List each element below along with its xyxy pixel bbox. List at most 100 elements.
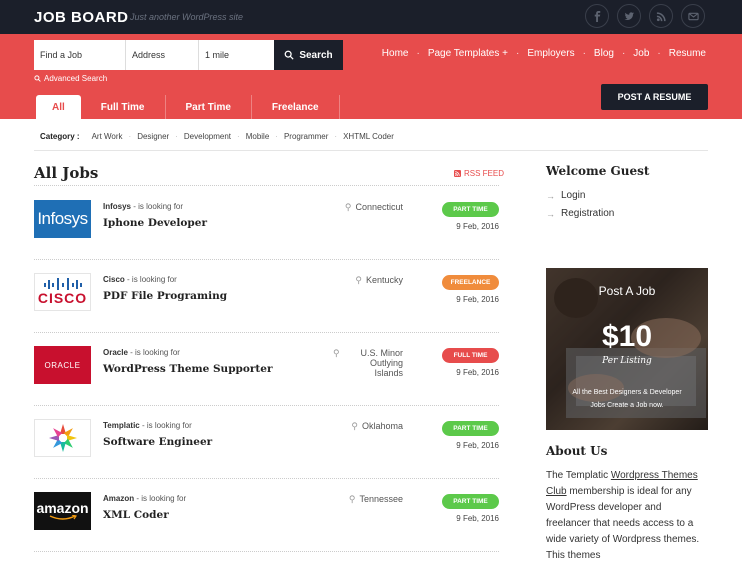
post-resume-button[interactable]: POST A RESUME <box>601 84 708 110</box>
job-title[interactable]: WordPress Theme Supporter <box>103 363 272 375</box>
nav-resume[interactable]: Resume <box>669 48 706 59</box>
rss-icon[interactable] <box>649 4 673 28</box>
site-logo[interactable]: JOB BOARD <box>34 9 129 26</box>
job-listing[interactable]: ORACLE Oracle - is looking for WordPress… <box>34 332 499 406</box>
arrow-right-icon: → <box>546 190 555 201</box>
nav-home[interactable]: Home <box>382 48 409 59</box>
advanced-search-label: Advanced Search <box>44 74 108 83</box>
job-type-badge: PART TIME <box>442 202 499 217</box>
job-listing[interactable]: Templatic - is looking for Software Engi… <box>34 405 499 479</box>
job-company-line: Oracle - is looking for <box>103 348 180 357</box>
company-name[interactable]: Infosys <box>103 202 131 211</box>
company-name[interactable]: Oracle <box>103 348 128 357</box>
search-icon <box>34 75 41 82</box>
job-title[interactable]: Software Engineer <box>103 436 212 448</box>
job-date: 9 Feb, 2016 <box>456 441 499 450</box>
search-icon <box>284 50 294 60</box>
job-listing[interactable]: CISCO Cisco - is looking for PDF File Pr… <box>34 259 499 333</box>
search-button[interactable]: Search <box>274 40 343 70</box>
looking-for-text: - is looking for <box>130 348 180 357</box>
company-name[interactable]: Templatic <box>103 421 140 430</box>
job-location: ⚲ U.S. Minor Outlying Islands <box>333 348 403 378</box>
email-icon[interactable] <box>681 4 705 28</box>
registration-label: Registration <box>561 208 615 219</box>
templatic-star-icon <box>48 424 77 452</box>
nav-employers[interactable]: Employers <box>527 48 574 59</box>
amazon-smile-icon <box>49 515 77 520</box>
category-xhtml-coder[interactable]: XHTML Coder <box>343 132 394 141</box>
job-type-badge: PART TIME <box>442 494 499 509</box>
job-title[interactable]: PDF File Programing <box>103 290 227 302</box>
welcome-heading: Welcome Guest <box>546 164 650 178</box>
login-link[interactable]: → Login <box>546 190 585 201</box>
twitter-icon[interactable] <box>617 4 641 28</box>
job-listing[interactable]: amazon Amazon - is looking for XML Coder… <box>34 478 499 552</box>
map-pin-icon: ⚲ <box>333 348 340 358</box>
tab-full-time[interactable]: Full Time <box>81 95 166 119</box>
nav-page-templates[interactable]: Page Templates + <box>428 48 508 59</box>
radius-select[interactable]: 1 mile <box>199 40 274 70</box>
tab-all[interactable]: All <box>36 95 81 119</box>
company-logo: CISCO <box>34 273 91 311</box>
job-search-form: Find a Job Address 1 mile Search <box>34 40 343 70</box>
about-heading: About Us <box>546 444 608 458</box>
banner-line-2: Jobs Create a Job now. <box>590 402 664 409</box>
category-mobile[interactable]: Mobile <box>246 132 270 141</box>
location-text: U.S. Minor Outlying Islands <box>360 348 403 378</box>
rss-feed-label: RSS FEED <box>464 169 505 178</box>
nav-separator: · <box>657 48 661 59</box>
nav-blog[interactable]: Blog <box>594 48 614 59</box>
registration-link[interactable]: → Registration <box>546 208 614 219</box>
category-art-work[interactable]: Art Work <box>92 132 123 141</box>
looking-for-text: - is looking for <box>133 202 184 211</box>
looking-for-text: - is looking for <box>136 494 187 503</box>
location-text: Kentucky <box>365 275 403 285</box>
banner-line-1: All the Best Designers & Developer <box>572 389 682 396</box>
category-label: Category : <box>40 131 80 141</box>
job-keyword-input[interactable]: Find a Job <box>34 40 126 70</box>
rss-feed-link[interactable]: RSS FEED <box>454 169 504 178</box>
category-separator: · <box>334 131 338 141</box>
tab-part-time[interactable]: Part Time <box>166 95 252 119</box>
category-designer[interactable]: Designer <box>137 132 169 141</box>
facebook-icon[interactable] <box>585 4 609 28</box>
map-pin-icon: ⚲ <box>348 494 356 504</box>
company-logo-text: ORACLE <box>44 360 81 370</box>
company-logo-text: CISCO <box>37 290 88 306</box>
jobs-heading: All Jobs <box>34 164 99 182</box>
job-type-badge: FREELANCE <box>442 275 499 290</box>
nav-separator: · <box>582 48 586 59</box>
location-text: Oklahoma <box>361 421 403 431</box>
nav-job[interactable]: Job <box>633 48 649 59</box>
tab-freelance[interactable]: Freelance <box>252 95 340 119</box>
advanced-search-link[interactable]: Advanced Search <box>34 74 107 83</box>
map-pin-icon: ⚲ <box>344 202 352 212</box>
map-pin-icon: ⚲ <box>351 421 358 431</box>
nav-separator: · <box>621 48 626 59</box>
banner-per-listing: Per Listing <box>602 356 652 366</box>
category-separator: · <box>275 131 278 141</box>
address-input[interactable]: Address <box>126 40 199 70</box>
job-type-badge: PART TIME <box>442 421 499 436</box>
job-company-line: Templatic - is looking for <box>103 421 192 430</box>
job-location: ⚲ Oklahoma <box>351 421 403 431</box>
company-logo: amazon <box>34 492 91 530</box>
job-location: ⚲ Tennessee <box>349 494 403 504</box>
company-name[interactable]: Amazon <box>103 494 134 503</box>
post-job-banner[interactable]: Post A Job $10 Per Listing All the Best … <box>546 268 708 430</box>
job-location: ⚲ Kentucky <box>355 275 403 285</box>
looking-for-text: - is looking for <box>141 421 192 430</box>
category-bar: Category : Art Work · Designer · Developme… <box>34 122 708 151</box>
job-title[interactable]: Iphone Developer <box>103 217 207 229</box>
job-listing[interactable]: Infosys Infosys - is looking for Iphone … <box>34 186 499 260</box>
company-logo: Infosys <box>34 200 91 238</box>
category-development[interactable]: Development <box>184 132 231 141</box>
category-separator: · <box>175 131 178 141</box>
company-logo-text: amazon <box>36 500 89 516</box>
looking-for-text: - is looking for <box>127 275 177 284</box>
category-programmer[interactable]: Programmer <box>284 132 328 141</box>
job-title[interactable]: XML Coder <box>103 509 169 521</box>
banner-title: Post A Job <box>598 284 656 298</box>
category-separator: · <box>237 131 240 141</box>
company-name[interactable]: Cisco <box>103 275 125 284</box>
